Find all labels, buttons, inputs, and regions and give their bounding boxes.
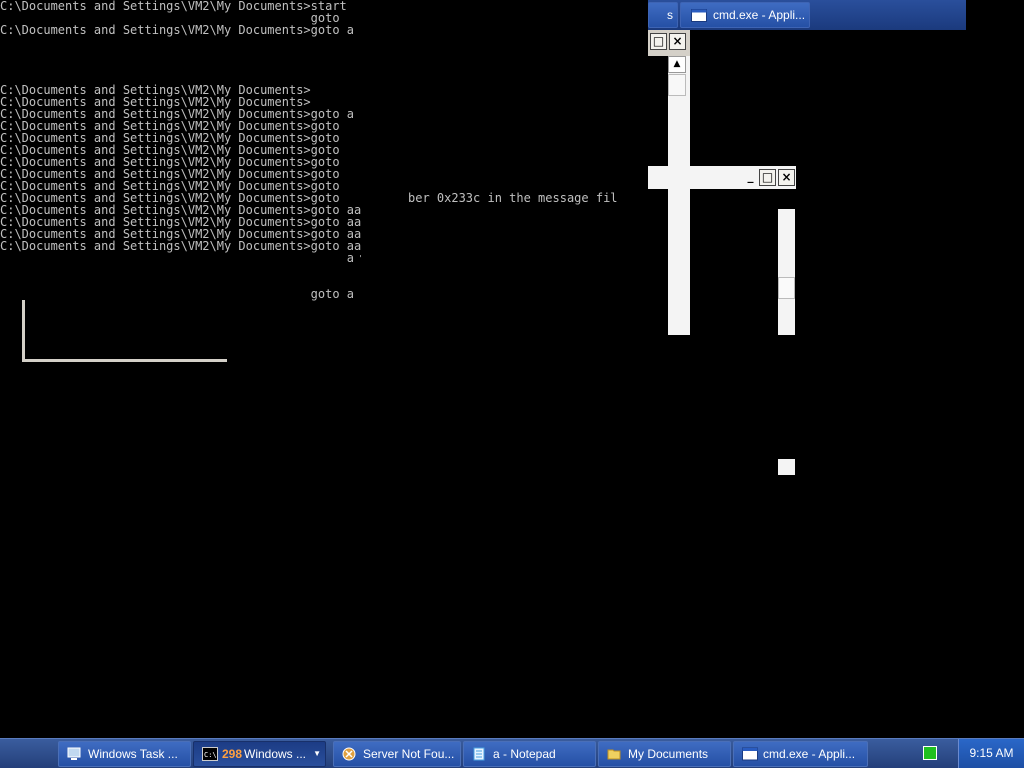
close-icon: × [672, 34, 683, 48]
window-icon [691, 9, 707, 22]
maximize-button[interactable]: □ [650, 33, 667, 50]
up-arrow-icon: ▲ [673, 59, 681, 69]
dropdown-arrow-icon: ▼ [313, 749, 321, 758]
taskbar-button-task-manager[interactable]: Windows Task ... [58, 741, 191, 767]
svg-text:C:\: C:\ [204, 751, 217, 759]
window-fragment-square [778, 459, 795, 475]
fragment-tab-label: s [667, 8, 673, 22]
taskbar-label: Server Not Fou... [363, 747, 455, 761]
taskbar: Windows Task ... C:\ 298 Windows ... ▼ S… [0, 738, 1024, 768]
minimize-icon: _ [747, 169, 754, 183]
taskbar-label: cmd.exe - Appli... [763, 747, 856, 761]
maximize-icon: □ [652, 34, 665, 48]
console-window[interactable]: C:\Documents and Settings\VM2\My Documen… [0, 0, 1024, 738]
system-tray [910, 739, 962, 768]
close-button-2[interactable]: × [778, 169, 795, 186]
maximize-icon: □ [761, 170, 774, 184]
maximize-button-2[interactable]: □ [759, 169, 776, 186]
taskbar-button-my-documents[interactable]: My Documents [598, 741, 731, 767]
console-line: goto a [0, 287, 355, 301]
minimize-button[interactable]: _ [742, 169, 759, 186]
close-button[interactable]: × [669, 33, 686, 50]
fragment-window-titlebar: □ × [648, 30, 690, 56]
floating-taskbar-fragment: s cmd.exe - Appli... [648, 0, 966, 30]
taskbar-label: a - Notepad [493, 747, 556, 761]
window-icon [742, 747, 758, 761]
fragment-cmd-label: cmd.exe - Appli... [713, 8, 806, 22]
scroll-thumb[interactable] [668, 74, 686, 96]
group-count-badge: 298 [222, 747, 243, 761]
cmd-icon: C:\ [202, 747, 218, 761]
error-message-fragment: ber 0x233c in the message fil [408, 191, 618, 205]
scroll-thumb-2[interactable] [778, 277, 795, 299]
fragment-cmd-button[interactable]: cmd.exe - Appli... [680, 2, 810, 28]
browser-error-icon [342, 747, 356, 761]
console-line: a [0, 251, 355, 265]
console-line: C:\Documents and Settings\VM2\My Documen… [0, 23, 355, 37]
vertical-scrollbar[interactable]: ▲ [668, 56, 690, 335]
folder-icon [607, 749, 621, 760]
taskbar-button-cmd-appli[interactable]: cmd.exe - Appli... [733, 741, 868, 767]
vertical-scrollbar-2[interactable] [778, 209, 795, 335]
fragment-tab[interactable]: s [648, 2, 678, 28]
console-tick-fragment: ' [358, 254, 363, 263]
taskbar-label: Windows Task ... [88, 747, 178, 761]
clock[interactable]: 9:15 AM [958, 739, 1024, 768]
taskbar-button-windows-group[interactable]: C:\ 298 Windows ... ▼ [193, 741, 326, 767]
scroll-up-button[interactable]: ▲ [668, 56, 686, 73]
task-manager-icon [67, 747, 81, 760]
fragment-window-titlebar-2: _ □ × [648, 166, 796, 189]
taskbar-label: My Documents [628, 747, 709, 761]
task-manager-tray-icon[interactable] [923, 746, 937, 760]
ghost-window-outline [22, 300, 227, 362]
close-icon: × [781, 170, 792, 184]
taskbar-button-notepad[interactable]: a - Notepad [463, 741, 596, 767]
notepad-icon [473, 747, 485, 761]
taskbar-label: Windows ... [244, 747, 307, 761]
taskbar-button-server-not-found[interactable]: Server Not Fou... [333, 741, 461, 767]
